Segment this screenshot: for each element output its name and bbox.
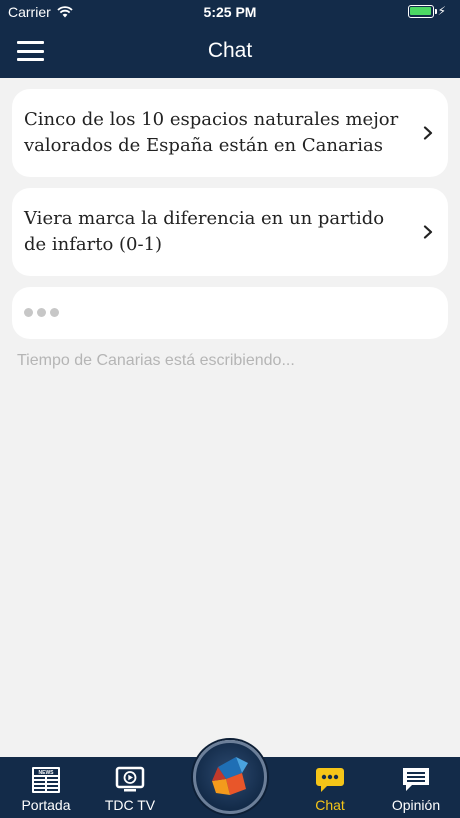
svg-text:NEWS: NEWS [39,770,55,776]
typing-indicator-bubble [12,287,448,339]
tab-chat[interactable]: Chat [284,757,376,818]
message-card[interactable]: Viera marca la diferencia en un partido … [12,188,448,276]
chat-thread: Cinco de los 10 espacios naturales mejor… [12,89,448,370]
status-bar: Carrier 5:25 PM ⚡ [0,0,460,24]
newspaper-icon: NEWS [32,767,60,793]
chevron-right-icon [423,225,433,239]
typing-dots-icon [24,308,59,317]
tv-play-icon [115,766,145,792]
message-text: Cinco de los 10 espacios naturales mejor… [24,109,399,156]
battery-icon [407,4,437,18]
message-text: Viera marca la diferencia en un partido … [24,208,385,255]
chat-bubble-icon [316,768,344,792]
tab-label: Opinión [391,797,441,813]
page-title: Chat [207,39,253,62]
center-logo-button[interactable] [193,740,267,814]
tab-label: TDC TV [104,797,156,813]
typing-status-text: Tiempo de Canarias está escribiendo... [17,352,295,369]
header: Carrier 5:25 PM ⚡ Chat [0,0,460,78]
app-screen: Carrier 5:25 PM ⚡ Chat Cinco de los 10 e… [0,0,460,818]
chevron-right-icon [423,126,433,140]
charging-icon: ⚡ [437,4,446,18]
nav-bar: Chat [0,24,460,78]
status-time: 5:25 PM [203,4,257,20]
tab-label: Chat [315,797,345,813]
tab-tdc-tv[interactable]: TDC TV [84,757,176,818]
tab-label: Portada [21,797,71,813]
battery-indicator: ⚡ [407,4,446,18]
app-logo-icon [212,757,248,795]
speech-bubble-icon [403,768,429,791]
tab-portada[interactable]: NEWS Portada [0,757,92,818]
tab-opinion[interactable]: Opinión [370,757,460,818]
message-card[interactable]: Cinco de los 10 espacios naturales mejor… [12,89,448,177]
